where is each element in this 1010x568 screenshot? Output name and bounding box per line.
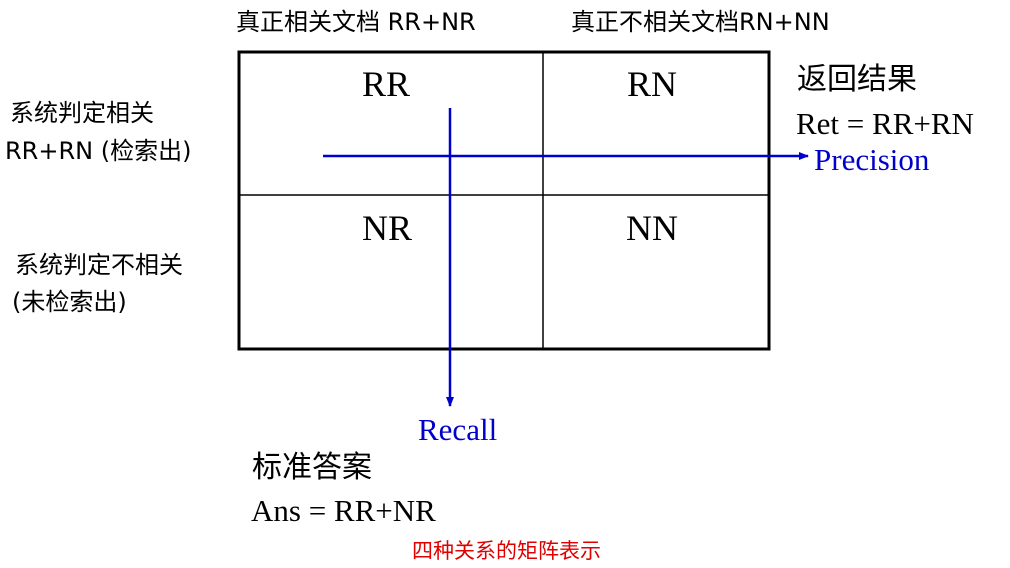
gold-standard-title: 标准答案 (252, 450, 372, 485)
diagram-caption: 四种关系的矩阵表示 (412, 539, 601, 563)
recall-label: Recall (418, 412, 498, 447)
cell-nn: NN (626, 208, 678, 248)
returned-results-formula: Ret = RR+RN (796, 106, 974, 141)
row-label-notretrieved-line1: 系统判定不相关 (15, 251, 183, 279)
gold-standard-formula: Ans = RR+NR (251, 493, 436, 528)
cell-rn: RN (627, 64, 678, 104)
column-header-relevant: 真正相关文档 RR+NR (236, 8, 476, 36)
column-header-nonrelevant: 真正不相关文档RN+NN (571, 8, 830, 36)
returned-results-title: 返回结果 (797, 62, 917, 97)
row-label-notretrieved-line2: (未检索出) (12, 288, 127, 316)
row-label-retrieved-line2: RR+RN (检索出) (5, 137, 192, 165)
cell-rr: RR (362, 64, 411, 104)
row-label-retrieved-line1: 系统判定相关 (10, 99, 154, 127)
matrix-outer-border (237, 50, 771, 351)
cell-nr: NR (362, 208, 413, 248)
precision-label: Precision (814, 142, 930, 177)
